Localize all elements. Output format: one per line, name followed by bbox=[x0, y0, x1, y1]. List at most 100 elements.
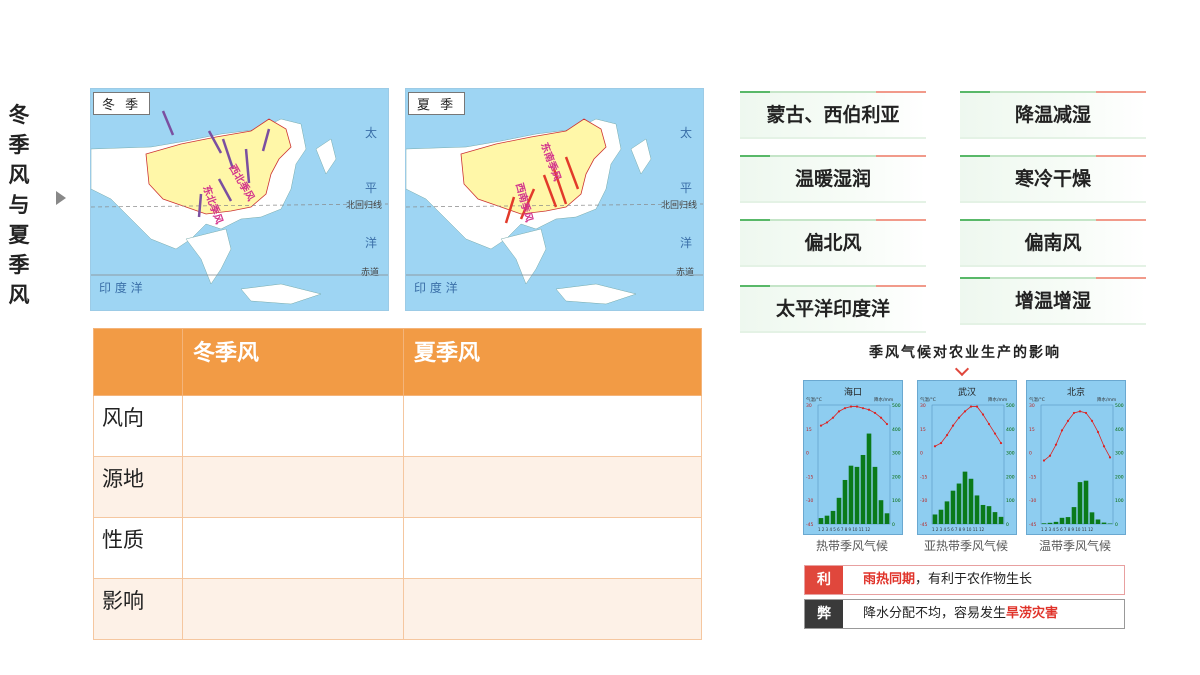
precip-tick: 0 bbox=[892, 522, 895, 528]
answer-card[interactable]: 温暖湿润 bbox=[740, 155, 926, 203]
precip-axis-label: 降水/mm bbox=[1097, 396, 1116, 403]
precip-bar bbox=[1089, 512, 1095, 524]
pacific-label-3: 洋 bbox=[680, 236, 693, 250]
temp-tick: 0 bbox=[920, 451, 923, 457]
precip-tick: 100 bbox=[892, 498, 901, 504]
plot-frame bbox=[931, 404, 1005, 525]
temp-tick: 0 bbox=[806, 451, 809, 457]
temp-point bbox=[1048, 454, 1052, 457]
temp-tick: -45 bbox=[1029, 522, 1036, 528]
pacific-label-2: 平 bbox=[365, 181, 378, 195]
climate-chart-haikou: 海口 气温/°C 降水/mm 30 15 0 -15 -30 -45 500 400 300 200 1… bbox=[803, 380, 903, 535]
map-label-winter: 冬 季 bbox=[93, 92, 151, 115]
precip-bar bbox=[1095, 519, 1101, 524]
temp-point bbox=[933, 445, 937, 448]
temp-tick: -30 bbox=[806, 498, 813, 504]
precip-bar bbox=[980, 504, 986, 524]
answer-card[interactable]: 降温减湿 bbox=[960, 91, 1146, 139]
precip-bar bbox=[884, 513, 890, 524]
precip-axis-label: 降水/mm bbox=[988, 396, 1007, 403]
answer-card[interactable]: 增温增湿 bbox=[960, 277, 1146, 325]
precip-tick: 0 bbox=[1006, 522, 1009, 528]
temp-point bbox=[1090, 419, 1094, 422]
table-cell[interactable] bbox=[182, 578, 404, 640]
temp-tick: -30 bbox=[1029, 498, 1036, 504]
temp-point bbox=[861, 407, 865, 410]
precip-tick: 200 bbox=[1115, 474, 1124, 480]
equator-label: 赤道 bbox=[676, 268, 695, 278]
tropic-label: 北回归线 bbox=[661, 201, 698, 211]
pacific-label-3: 洋 bbox=[365, 236, 378, 250]
precip-bar bbox=[956, 483, 962, 524]
precip-bar bbox=[1077, 482, 1083, 524]
temp-point bbox=[867, 408, 871, 411]
precip-tick: 200 bbox=[1006, 474, 1015, 480]
temp-point bbox=[939, 441, 943, 445]
precip-bar bbox=[932, 514, 938, 524]
tropic-label: 北回归线 bbox=[346, 201, 383, 211]
table-cell[interactable] bbox=[182, 395, 404, 457]
temp-line bbox=[820, 406, 888, 426]
cons-tag: 弊 bbox=[805, 600, 843, 628]
precip-bar bbox=[860, 454, 866, 524]
temp-tick: 30 bbox=[920, 403, 926, 409]
temp-tick: -15 bbox=[920, 474, 927, 480]
answer-card[interactable]: 太平洋印度洋 bbox=[740, 285, 926, 333]
table-cell[interactable] bbox=[403, 395, 702, 457]
precip-bar bbox=[854, 466, 860, 524]
table-row: 源地 bbox=[93, 456, 702, 518]
precip-bar bbox=[944, 501, 950, 524]
table-row: 风向 bbox=[93, 395, 702, 457]
temp-tick: -15 bbox=[806, 474, 813, 480]
table-header-blank bbox=[93, 328, 183, 396]
precip-bar bbox=[818, 518, 824, 524]
temp-point bbox=[1096, 430, 1100, 434]
precip-tick: 300 bbox=[1115, 451, 1124, 457]
precip-tick: 500 bbox=[892, 403, 901, 409]
precip-bar bbox=[1059, 517, 1065, 524]
temp-tick: 30 bbox=[1029, 403, 1035, 409]
table-cell[interactable] bbox=[403, 578, 702, 640]
precip-bar bbox=[950, 490, 956, 524]
equator-label: 赤道 bbox=[361, 268, 380, 278]
temp-tick: -45 bbox=[806, 522, 813, 528]
precip-tick: 500 bbox=[1115, 403, 1124, 409]
cons-pre: 降水分配不均，容易发生 bbox=[863, 606, 1007, 621]
precip-bar bbox=[962, 471, 968, 524]
temp-line bbox=[1043, 410, 1111, 461]
answer-card[interactable]: 蒙古、西伯利亚 bbox=[740, 91, 926, 139]
row-label-direction: 风向 bbox=[93, 395, 183, 457]
chart-caption: 亚热带季风气候 bbox=[923, 539, 1008, 553]
pros-rest: ，有利于农作物生长 bbox=[915, 572, 1033, 587]
chart-caption: 温带季风气候 bbox=[1038, 539, 1111, 553]
precip-tick: 0 bbox=[1115, 522, 1118, 528]
temp-point bbox=[993, 432, 997, 435]
table-cell[interactable] bbox=[182, 456, 404, 518]
answer-card[interactable]: 偏南风 bbox=[960, 219, 1146, 267]
precip-tick: 300 bbox=[1006, 451, 1015, 457]
precip-bar bbox=[848, 465, 854, 524]
table-cell[interactable] bbox=[403, 517, 702, 579]
table-cell[interactable] bbox=[403, 456, 702, 518]
climate-subtitle: 季风气候对农业生产的影响 bbox=[869, 345, 1061, 361]
precip-bar bbox=[998, 516, 1004, 524]
table-cell[interactable] bbox=[182, 517, 404, 579]
precip-bar bbox=[836, 497, 842, 524]
table-header-row: 冬季风 夏季风 bbox=[93, 328, 702, 396]
temp-point bbox=[975, 405, 979, 408]
precip-bar bbox=[986, 506, 992, 524]
temp-point bbox=[1060, 429, 1064, 432]
answer-card[interactable]: 寒冷干燥 bbox=[960, 155, 1146, 203]
precip-bar bbox=[1101, 522, 1107, 524]
answer-card[interactable]: 偏北风 bbox=[740, 219, 926, 267]
cons-row: 弊 降水分配不均，容易发生旱涝灾害 bbox=[804, 599, 1125, 629]
temp-point bbox=[831, 416, 835, 419]
month-ticks: 1 2 3 4 5 6 7 8 9 10 11 12 bbox=[1041, 527, 1094, 532]
map-label-summer: 夏 季 bbox=[408, 92, 466, 115]
temp-tick: -30 bbox=[920, 498, 927, 504]
temp-axis-label: 气温/°C bbox=[806, 396, 822, 403]
pros-text: 雨热同期，有利于农作物生长 bbox=[863, 566, 1032, 594]
precip-bar bbox=[824, 515, 830, 524]
month-ticks: 1 2 3 4 5 6 7 8 9 10 11 12 bbox=[932, 527, 985, 532]
precip-bar bbox=[830, 510, 836, 524]
